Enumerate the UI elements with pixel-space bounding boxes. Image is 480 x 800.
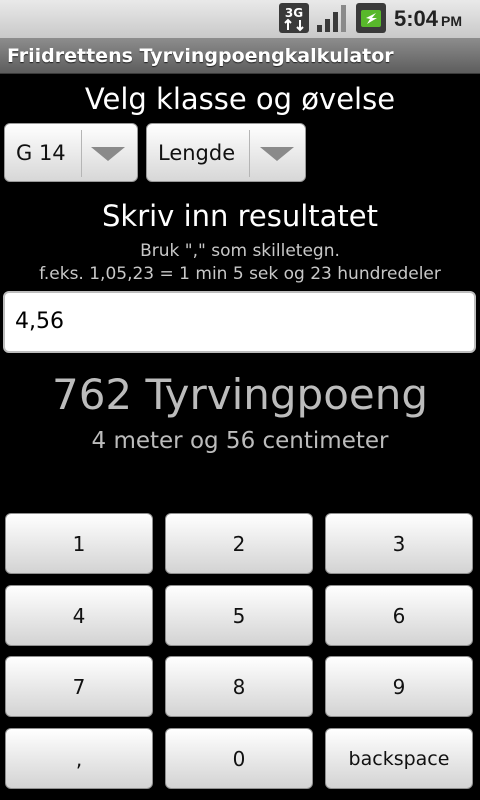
points-result: 762 Tyrvingpoeng — [51, 370, 429, 419]
signal-icon — [317, 5, 346, 32]
spinner-divider — [249, 130, 250, 177]
key-9[interactable]: 9 — [325, 656, 473, 717]
key-1[interactable]: 1 — [5, 513, 153, 574]
event-spinner[interactable]: Lengde — [146, 123, 306, 182]
key-3[interactable]: 3 — [325, 513, 473, 574]
status-bar: 3G 5:04 PM — [0, 0, 480, 38]
spinner-divider — [81, 130, 82, 177]
chevron-down-icon — [91, 147, 125, 161]
event-spinner-value: Lengde — [158, 141, 236, 165]
title-bar: Friidrettens Tyrvingpoengkalkulator — [0, 38, 480, 74]
chevron-down-icon — [260, 147, 294, 161]
clock-time: 5:04 — [394, 6, 439, 31]
3g-data-icon: 3G — [279, 3, 309, 33]
result-input[interactable]: 4,56 — [3, 291, 476, 353]
key-2[interactable]: 2 — [165, 513, 313, 574]
result-heading: Skriv inn resultatet — [102, 199, 378, 233]
key-8[interactable]: 8 — [165, 656, 313, 717]
class-spinner[interactable]: G 14 — [4, 123, 138, 182]
key-comma[interactable]: , — [5, 728, 153, 789]
key-0[interactable]: 0 — [165, 728, 313, 789]
select-heading: Velg klasse og øvelse — [84, 82, 396, 116]
hint-example: f.eks. 1,05,23 = 1 min 5 sek og 23 hundr… — [39, 264, 441, 284]
svg-text:3G: 3G — [285, 6, 303, 20]
result-description: 4 meter og 56 centimeter — [91, 428, 389, 454]
clock-ampm: PM — [441, 13, 463, 29]
app-title: Friidrettens Tyrvingpoengkalkulator — [7, 45, 394, 67]
key-4[interactable]: 4 — [5, 585, 153, 646]
key-6[interactable]: 6 — [325, 585, 473, 646]
class-spinner-value: G 14 — [16, 141, 66, 165]
battery-charging-icon — [356, 3, 386, 33]
key-7[interactable]: 7 — [5, 656, 153, 717]
key-5[interactable]: 5 — [165, 585, 313, 646]
clock: 5:04 PM — [394, 6, 462, 32]
hint-separator: Bruk "," som skilletegn. — [140, 241, 340, 261]
key-backspace[interactable]: backspace — [325, 728, 473, 789]
